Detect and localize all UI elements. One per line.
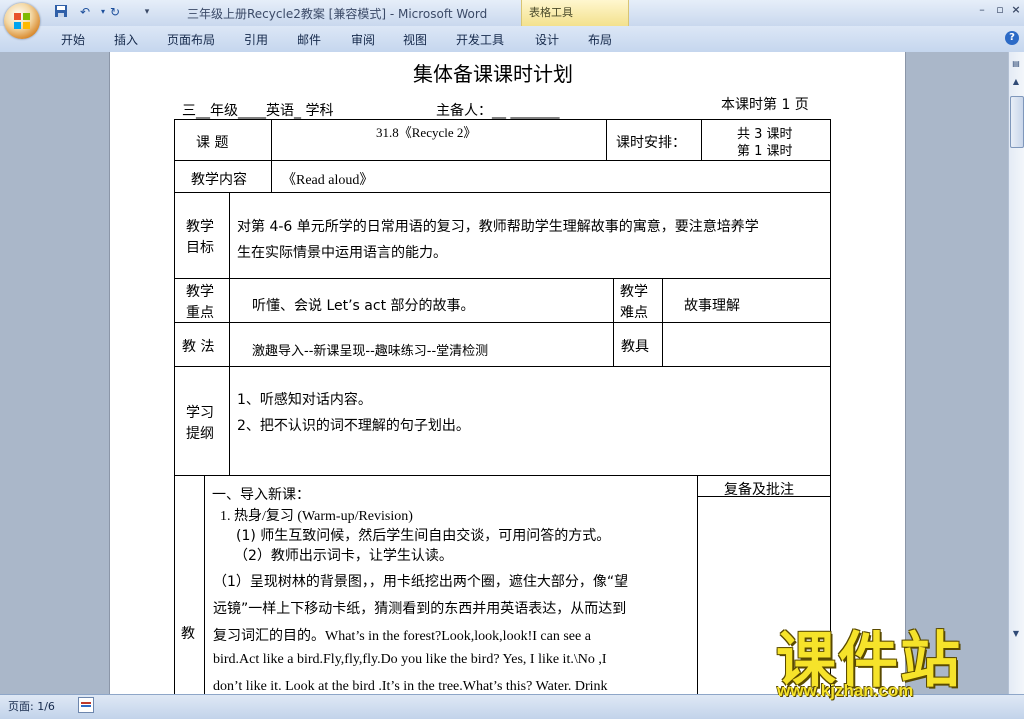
- scroll-thumb[interactable]: [1010, 96, 1024, 148]
- cell-goal-line-2: 生在实际情景中运用语言的能力。: [237, 245, 447, 261]
- table-tools-label: 表格工具: [529, 6, 573, 19]
- process-line-1: 一、导入新课：: [212, 487, 310, 503]
- table-border: [174, 192, 830, 193]
- cell-difficult-label-2: 难点: [620, 305, 648, 321]
- cell-method-value: 激趣导入--新课呈现--趣味练习--堂清检测: [252, 344, 489, 359]
- tab-page-layout[interactable]: 页面布局: [167, 31, 215, 48]
- table-border: [701, 119, 702, 160]
- table-border: [229, 192, 230, 475]
- process-line-6: 远镜”一样上下移动卡纸，猜测看到的东西并用英语表达，从而达到: [213, 601, 627, 617]
- cell-key-value: 听懂、会说 Let’s act 部分的故事。: [252, 298, 475, 314]
- ribbon-tab-bar: [0, 26, 1024, 53]
- watermark-url: www.kjzhan.com: [777, 681, 914, 700]
- table-border: [662, 278, 663, 366]
- table-border: [271, 119, 272, 192]
- cell-schedule-current: 第 1 课时: [737, 144, 793, 159]
- process-line-4: （2）教师出示词卡，让学生认读。: [234, 548, 453, 564]
- doc-heading: 集体备课课时计划: [413, 62, 573, 86]
- tab-design[interactable]: 设计: [535, 31, 559, 48]
- table-border: [174, 160, 830, 161]
- tab-developer[interactable]: 开发工具: [456, 31, 504, 48]
- cell-outline-item-1: 1、听感知对话内容。: [237, 392, 372, 408]
- cell-outline-label-1: 学习: [186, 405, 214, 421]
- cell-key-label-2: 重点: [186, 305, 214, 321]
- cell-method-label: 教 法: [182, 339, 215, 355]
- save-icon[interactable]: [52, 4, 70, 20]
- table-border: [174, 366, 830, 367]
- cell-outline-item-2: 2、把不认识的词不理解的句子划出。: [237, 418, 470, 434]
- process-line-2: 1. 热身/复习 (Warm-up/Revision): [220, 509, 413, 524]
- cell-process-side-label: 教: [181, 626, 195, 642]
- cell-tools-label: 教具: [621, 339, 649, 355]
- cell-key-label-1: 教学: [186, 284, 214, 300]
- tab-references[interactable]: 引用: [244, 31, 268, 48]
- cell-content-label: 教学内容: [191, 172, 247, 188]
- table-border: [697, 475, 698, 694]
- table-border: [606, 119, 607, 160]
- tab-review[interactable]: 审阅: [351, 31, 375, 48]
- proofing-icon[interactable]: [78, 697, 94, 713]
- document-page[interactable]: 集体备课课时计划 三__年级____英语_ 学科 主备人：__ _______ …: [109, 52, 906, 694]
- help-icon[interactable]: ?: [1005, 31, 1019, 45]
- process-line-8: bird.Act like a bird.Fly,fly,fly.Do you …: [213, 652, 607, 667]
- vertical-scrollbar[interactable]: [1008, 52, 1024, 694]
- cell-goal-label-1: 教学: [186, 219, 214, 235]
- doc-meta-author: 主备人：__ _______: [436, 103, 560, 119]
- tab-view[interactable]: 视图: [403, 31, 427, 48]
- process-line-7: 复习词汇的目的。What’s in the forest?Look,look,l…: [213, 629, 591, 644]
- cell-topic-label: 课 题: [196, 135, 229, 151]
- tab-home[interactable]: 开始: [61, 31, 85, 48]
- tab-layout[interactable]: 布局: [588, 31, 612, 48]
- table-border: [613, 278, 614, 366]
- table-border: [174, 119, 175, 694]
- scroll-up-icon[interactable]: ▲: [1010, 76, 1022, 88]
- table-border: [174, 475, 830, 476]
- document-area[interactable]: 集体备课课时计划 三__年级____英语_ 学科 主备人：__ _______ …: [0, 52, 1008, 694]
- cell-review-label: 复备及批注: [724, 482, 794, 498]
- redo-icon[interactable]: ↻: [106, 4, 124, 20]
- cell-topic-value: 31.8《Recycle 2》: [376, 125, 477, 140]
- cell-content-value: 《Read aloud》: [282, 173, 374, 188]
- tab-insert[interactable]: 插入: [114, 31, 138, 48]
- ruler-toggle-icon[interactable]: ▤: [1010, 58, 1022, 70]
- scroll-down-icon[interactable]: ▼: [1010, 628, 1022, 640]
- customize-icon[interactable]: ▾: [138, 4, 156, 20]
- tab-mailings[interactable]: 邮件: [297, 31, 321, 48]
- process-line-3: (1) 师生互致问候，然后学生间自由交谈，可用问答的方式。: [236, 528, 611, 544]
- process-line-5: （1）呈现树林的背景图，，用卡纸挖出两个圈，遮住大部分，像“望: [213, 574, 629, 590]
- cell-difficult-label-1: 教学: [620, 284, 648, 300]
- cell-difficult-value: 故事理解: [684, 298, 740, 314]
- cell-goal-label-2: 目标: [186, 240, 214, 256]
- office-button[interactable]: [4, 3, 40, 39]
- table-border: [204, 475, 205, 694]
- table-border: [174, 322, 830, 323]
- doc-meta-grade: 三__年级____英语_ 学科: [182, 103, 334, 119]
- table-border: [830, 119, 831, 694]
- cell-schedule-label: 课时安排：: [616, 135, 686, 151]
- undo-icon[interactable]: ↶: [76, 4, 94, 20]
- doc-meta-page: 本课时第 1 页: [721, 97, 809, 113]
- minimize-icon[interactable]: –: [975, 3, 989, 16]
- close-icon[interactable]: ×: [1009, 3, 1023, 16]
- table-border: [174, 119, 830, 120]
- cell-goal-line-1: 对第 4-6 单元所学的日常用语的复习，教师帮助学生理解故事的寓意，要注意培养学: [237, 219, 759, 235]
- process-line-9: don’t like it. Look at the bird .It’s in…: [213, 679, 608, 694]
- office-logo-icon: [14, 13, 30, 29]
- status-page-count[interactable]: 页面: 1/6: [8, 698, 55, 714]
- restore-icon[interactable]: ▫: [993, 3, 1007, 16]
- cell-outline-label-2: 提纲: [186, 426, 214, 442]
- window-title: 三年级上册Recycle2教案 [兼容模式] - Microsoft Word: [187, 7, 488, 21]
- table-border: [174, 278, 830, 279]
